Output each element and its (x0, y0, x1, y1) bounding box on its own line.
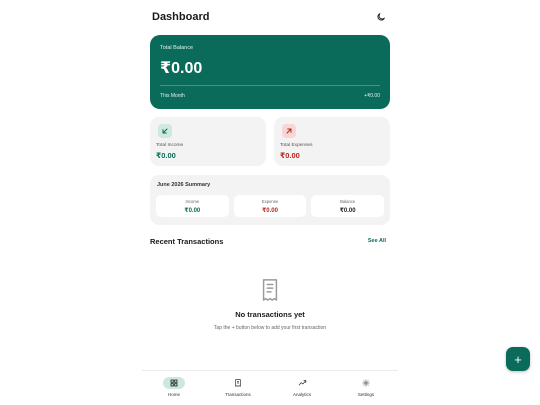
nav-label-analytics: Analytics (292, 392, 311, 397)
balance-divider (160, 85, 380, 86)
add-transaction-button[interactable]: + (506, 347, 530, 371)
total-balance-amount: ₹0.00 (160, 60, 203, 77)
summary-balance-value: ₹0.00 (339, 208, 356, 214)
transactions-receipt-icon (235, 379, 241, 387)
income-icon-badge (158, 124, 172, 138)
recent-transactions-header: Recent Transactions See All (150, 236, 386, 246)
arrow-up-right-icon (286, 128, 292, 134)
settings-gear-icon (362, 379, 370, 387)
nav-item-analytics[interactable]: Analytics (270, 371, 334, 405)
summary-income-value: ₹0.00 (184, 208, 201, 214)
this-month-value: +₹0.00 (364, 93, 380, 99)
receipt-icon (262, 279, 278, 301)
nav-item-home[interactable]: Home (142, 371, 206, 405)
nav-item-settings[interactable]: Settings (334, 371, 398, 405)
bottom-navigation: Home Transactions Analytics Settings (142, 370, 398, 405)
dashboard-screen: Dashboard Total Balance ₹0.00 This Month… (142, 0, 398, 405)
arrow-down-left-icon (162, 128, 168, 134)
summary-title: June 2026 Summary (157, 182, 211, 188)
nav-label-settings: Settings (357, 392, 375, 397)
summary-income-label: Income (185, 199, 200, 204)
empty-state: No transactions yet Tap the + button bel… (142, 278, 398, 332)
see-all-link[interactable]: See All (368, 238, 386, 244)
analytics-chart-icon (298, 380, 306, 386)
page-title: Dashboard (152, 11, 210, 23)
summary-expense-label: Expense (261, 199, 279, 204)
summary-expense-value: ₹0.00 (262, 208, 278, 214)
total-balance-card: Total Balance ₹0.00 This Month +₹0.00 (150, 35, 390, 109)
summary-expense-cell: Expense ₹0.00 (233, 195, 307, 217)
total-income-label: Total Income (156, 143, 184, 148)
this-month-label: This Month (160, 93, 185, 99)
monthly-summary-card: June 2026 Summary Income ₹0.00 Expense ₹… (150, 175, 390, 225)
total-income-value: ₹0.00 (156, 151, 176, 160)
summary-income-cell: Income ₹0.00 (156, 195, 229, 217)
theme-toggle-button[interactable] (374, 10, 388, 24)
empty-state-title: No transactions yet (235, 310, 305, 319)
summary-balance-label: Balance (340, 199, 356, 204)
expense-icon-badge (282, 124, 296, 138)
nav-label-transactions: Transactions (225, 392, 251, 397)
moon-icon (377, 13, 385, 21)
header: Dashboard (152, 9, 388, 25)
summary-cells: Income ₹0.00 Expense ₹0.00 Balance ₹0.00 (156, 195, 385, 217)
recent-transactions-title: Recent Transactions (150, 236, 224, 246)
total-income-card: Total Income ₹0.00 (150, 117, 266, 166)
total-expenses-card: Total Expenses ₹0.00 (274, 117, 390, 166)
empty-state-subtitle: Tap the + button below to add your first… (213, 325, 327, 331)
nav-label-home: Home (167, 392, 180, 397)
total-balance-label: Total Balance (160, 45, 194, 51)
total-expenses-label: Total Expenses (280, 143, 313, 148)
home-grid-icon (170, 379, 178, 387)
total-expenses-value: ₹0.00 (280, 151, 300, 160)
nav-item-transactions[interactable]: Transactions (206, 371, 270, 405)
summary-balance-cell: Balance ₹0.00 (311, 195, 385, 217)
